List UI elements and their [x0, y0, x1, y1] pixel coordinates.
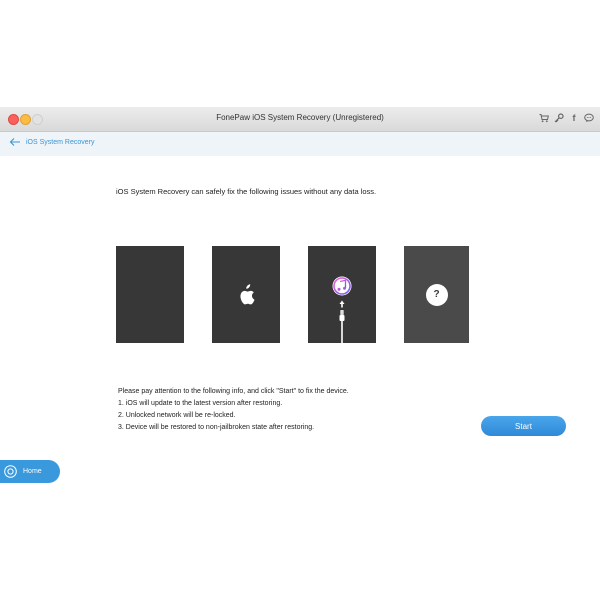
cart-icon[interactable]	[539, 112, 549, 124]
home-label: Home	[23, 468, 42, 475]
note-item: 2. Unlocked network will be re-locked.	[118, 412, 236, 419]
tile-black-screen	[116, 246, 184, 343]
note-item: 1. iOS will update to the latest version…	[118, 400, 283, 407]
nav-title: iOS System Recovery	[26, 138, 95, 146]
chat-icon[interactable]	[584, 112, 594, 124]
up-arrow-icon	[339, 296, 345, 308]
tile-itunes-connect	[308, 246, 376, 344]
notes-intro: Please pay attention to the following in…	[118, 388, 349, 395]
back-arrow-icon	[9, 137, 21, 147]
question-icon: ?	[425, 283, 448, 306]
usb-cable-icon	[338, 308, 346, 344]
nav-bar: iOS System Recovery	[0, 132, 600, 156]
home-button[interactable]: Home	[0, 460, 60, 483]
apple-icon	[237, 283, 255, 306]
start-button[interactable]: Start	[481, 416, 566, 436]
facebook-icon[interactable]: f	[569, 112, 579, 124]
tile-apple-logo	[212, 246, 280, 343]
note-item: 3. Device will be restored to non-jailbr…	[118, 424, 315, 431]
back-button[interactable]: iOS System Recovery	[9, 137, 94, 147]
tile-unknown-issue: ?	[404, 246, 469, 343]
title-bar: FonePaw iOS System Recovery (Unregistere…	[0, 107, 600, 132]
window-title: FonePaw iOS System Recovery (Unregistere…	[216, 113, 384, 122]
notes-section: Please pay attention to the following in…	[118, 386, 349, 434]
home-icon	[4, 465, 17, 478]
itunes-icon	[332, 276, 352, 296]
toolbar-icons: f	[539, 112, 594, 124]
key-icon[interactable]	[554, 112, 564, 124]
page-headline: iOS System Recovery can safely fix the f…	[116, 187, 377, 196]
